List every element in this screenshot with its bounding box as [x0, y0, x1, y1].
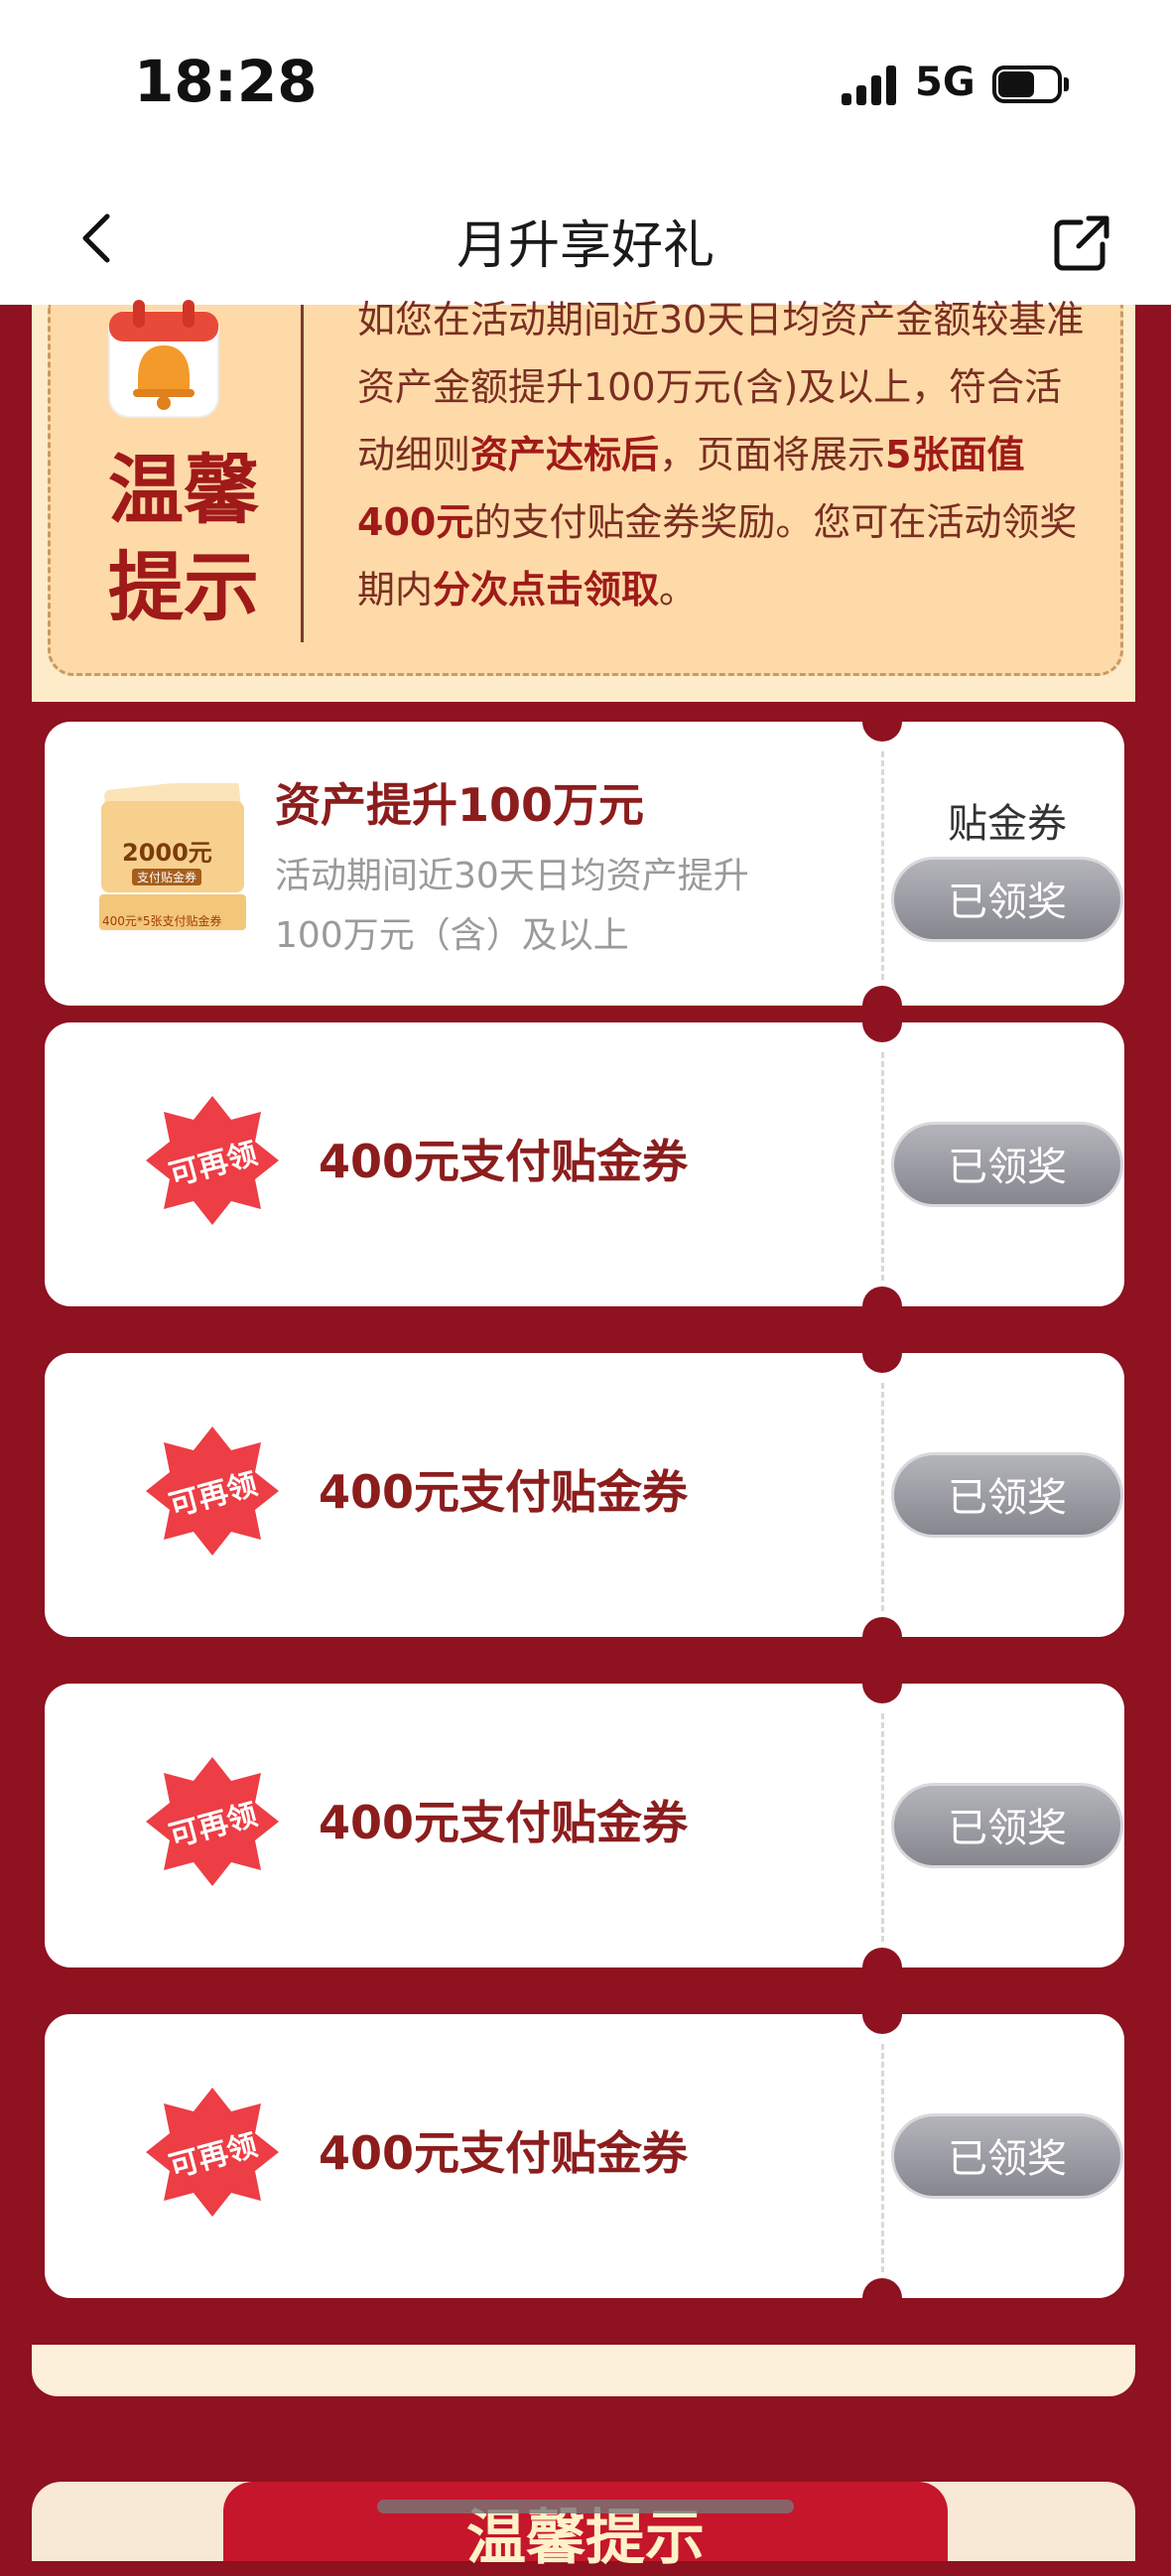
claimed-button[interactable]: 已领奖 [891, 2113, 1123, 2199]
voucher-thumb-amount: 2000元 [122, 839, 212, 867]
home-indicator[interactable] [377, 2500, 794, 2513]
coupon-title: 400元支付贴金券 [319, 1465, 689, 1519]
card-notch [862, 1333, 902, 1373]
card-notch [862, 1287, 902, 1326]
reward-desc: 活动期间近30天日均资产提升100万元（含）及以上 [275, 856, 749, 956]
status-time: 18:28 [134, 48, 318, 115]
claimed-button[interactable]: 已领奖 [891, 1783, 1123, 1868]
share-icon[interactable] [1047, 208, 1116, 278]
card-separator [881, 1383, 884, 1611]
coupon-title: 400元支付贴金券 [319, 1796, 689, 1849]
card-separator [881, 751, 884, 980]
card-notch [862, 2278, 902, 2318]
coupon-title: 400元支付贴金券 [319, 1135, 689, 1188]
coupon-card: 可再领 400元支付贴金券 已领奖 [45, 1333, 1124, 1657]
claimed-button[interactable]: 已领奖 [891, 1452, 1123, 1538]
card-notch [862, 1994, 902, 2034]
coupon-title: 400元支付贴金券 [319, 2126, 689, 2180]
reward-type-label: 贴金券 [948, 801, 1067, 847]
card-notch [862, 702, 902, 742]
coupon-card: 可再领 400元支付贴金券 已领奖 [45, 1664, 1124, 1987]
coupon-card: 可再领 400元支付贴金券 已领奖 [45, 1003, 1124, 1326]
card-separator [881, 1052, 884, 1281]
claimed-button[interactable]: 已领奖 [891, 1122, 1123, 1207]
card-separator [881, 1713, 884, 1942]
signal-icon [842, 66, 897, 105]
card-separator [881, 2044, 884, 2272]
card-notch [862, 1617, 902, 1657]
network-label: 5G [915, 60, 976, 105]
battery-cap [1064, 77, 1069, 91]
reward-title: 资产提升100万元 [275, 778, 645, 832]
card-notch [862, 1664, 902, 1703]
voucher-thumb-sub: 支付贴金券 [132, 869, 202, 885]
claimed-button[interactable]: 已领奖 [891, 857, 1123, 942]
page-title: 月升享好礼 [455, 216, 715, 276]
tip-title: 温馨 提示 [108, 446, 259, 631]
bell-calendar-icon [99, 298, 228, 427]
tip-text: 如您在活动期间近30天日均资产金额较基准资产金额提升100万元(含)及以上，符合… [357, 298, 1085, 611]
coupon-card: 可再领 400元支付贴金券 已领奖 [45, 1994, 1124, 2318]
battery-level [998, 71, 1034, 97]
list-footer [32, 2345, 1135, 2396]
card-notch [862, 1948, 902, 1987]
voucher-thumb-note: 400元*5张支付贴金券 [102, 914, 222, 928]
tip-divider [301, 305, 304, 642]
reward-card: 2000元 支付贴金券 400元*5张支付贴金券 资产提升100万元 活动期间近… [45, 702, 1124, 1025]
card-notch [862, 1003, 902, 1042]
